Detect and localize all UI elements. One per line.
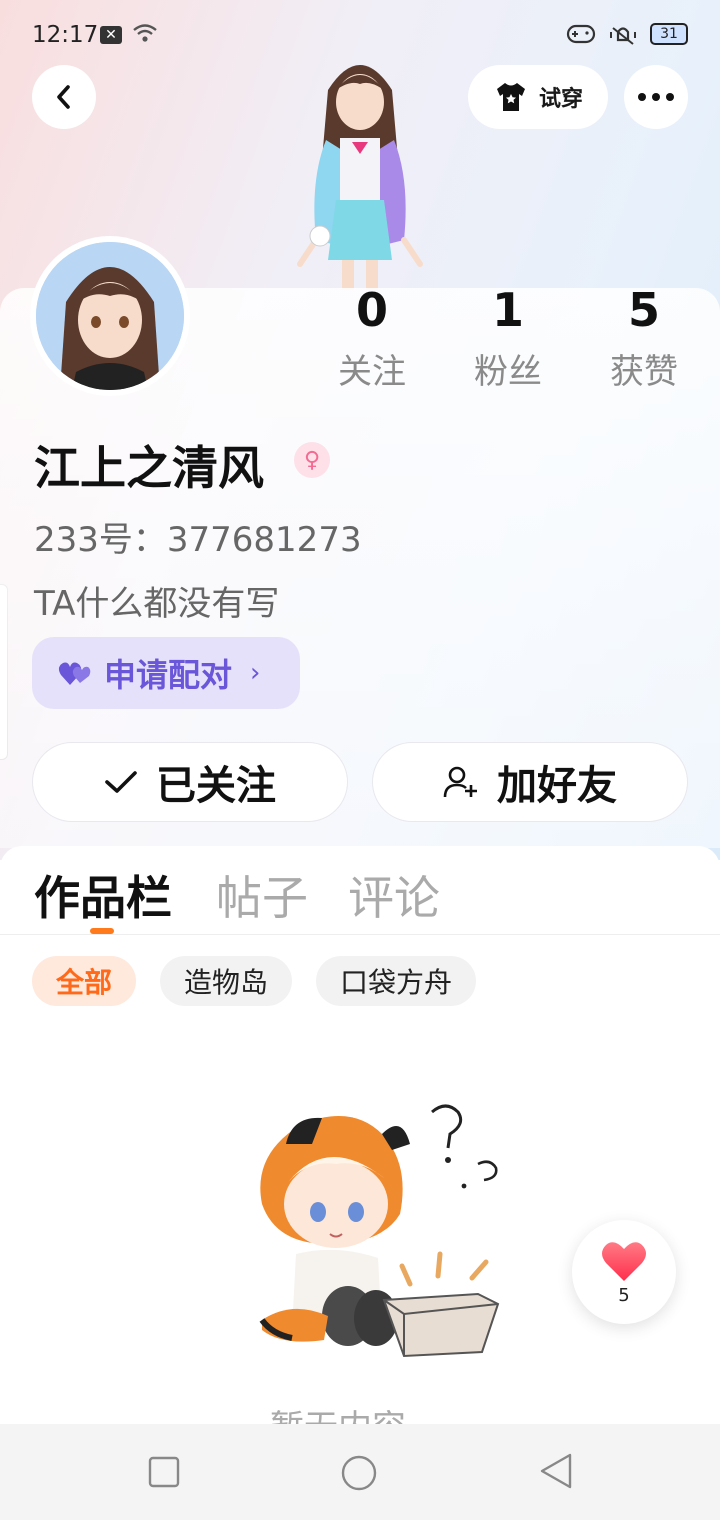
gamepad-icon [566,24,596,44]
stat-following[interactable]: 0 关注 [322,282,422,393]
shirt-icon [496,83,525,111]
avatar-image [36,242,184,390]
home-circle-icon[interactable] [340,1454,378,1492]
tab-works[interactable]: 作品栏 [34,862,172,928]
try-on-label: 试穿 [538,87,583,112]
stat-following-count: 0 [355,283,388,337]
double-heart-icon [58,662,91,685]
add-friend-label: 加好友 [497,763,617,809]
request-pair-button[interactable]: 申请配对 › [32,637,300,709]
try-on-button[interactable]: 试穿 [468,65,608,129]
user-id: 233号：377681273 [34,520,362,560]
stat-following-label: 关注 [338,352,406,392]
filter-all[interactable]: 全部 [32,956,136,1006]
stat-followers-label: 粉丝 [474,352,542,392]
chevron-right-icon: › [250,658,261,688]
avatar[interactable] [30,236,190,396]
filter-creation-island[interactable]: 造物岛 [160,956,292,1006]
stat-likes[interactable]: 5 获赞 [594,282,694,393]
more-button[interactable] [624,65,688,129]
user-bio: TA什么都没有写 [34,584,280,624]
tab-divider [0,934,720,935]
tab-posts[interactable]: 帖子 [216,862,308,928]
notification-icon: ✕ [100,26,122,44]
filter-pocket-ark[interactable]: 口袋方舟 [316,956,476,1006]
chevron-left-icon [57,85,70,109]
username: 江上之清风 [34,441,264,495]
followed-label: 已关注 [156,763,276,809]
heart-icon [602,1241,646,1281]
battery-icon: 31 [650,23,688,45]
more-dots-icon [638,93,674,101]
recents-square-icon[interactable] [148,1456,180,1488]
status-time: 12:17 [32,22,99,48]
vibrate-icon [610,27,636,45]
tab-comments[interactable]: 评论 [348,862,440,928]
like-button[interactable]: 5 [572,1220,676,1324]
add-user-icon [443,766,477,798]
back-triangle-icon[interactable] [538,1452,574,1490]
stat-followers-count: 1 [491,283,524,337]
stat-followers[interactable]: 1 粉丝 [458,282,558,393]
avatar-figure-image [297,65,423,290]
wifi-icon [133,24,157,42]
system-navigation-bar [0,1424,720,1520]
add-friend-button[interactable]: 加好友 [372,742,688,822]
stat-likes-count: 5 [627,283,660,337]
back-button[interactable] [32,65,96,129]
like-count: 5 [618,1284,630,1306]
followed-button[interactable]: 已关注 [32,742,348,822]
empty-state-illustration [259,1104,500,1358]
stat-likes-label: 获赞 [610,352,678,392]
check-icon [105,771,137,793]
female-gender-icon: ♀ [294,442,330,478]
request-pair-label: 申请配对 [104,656,233,694]
